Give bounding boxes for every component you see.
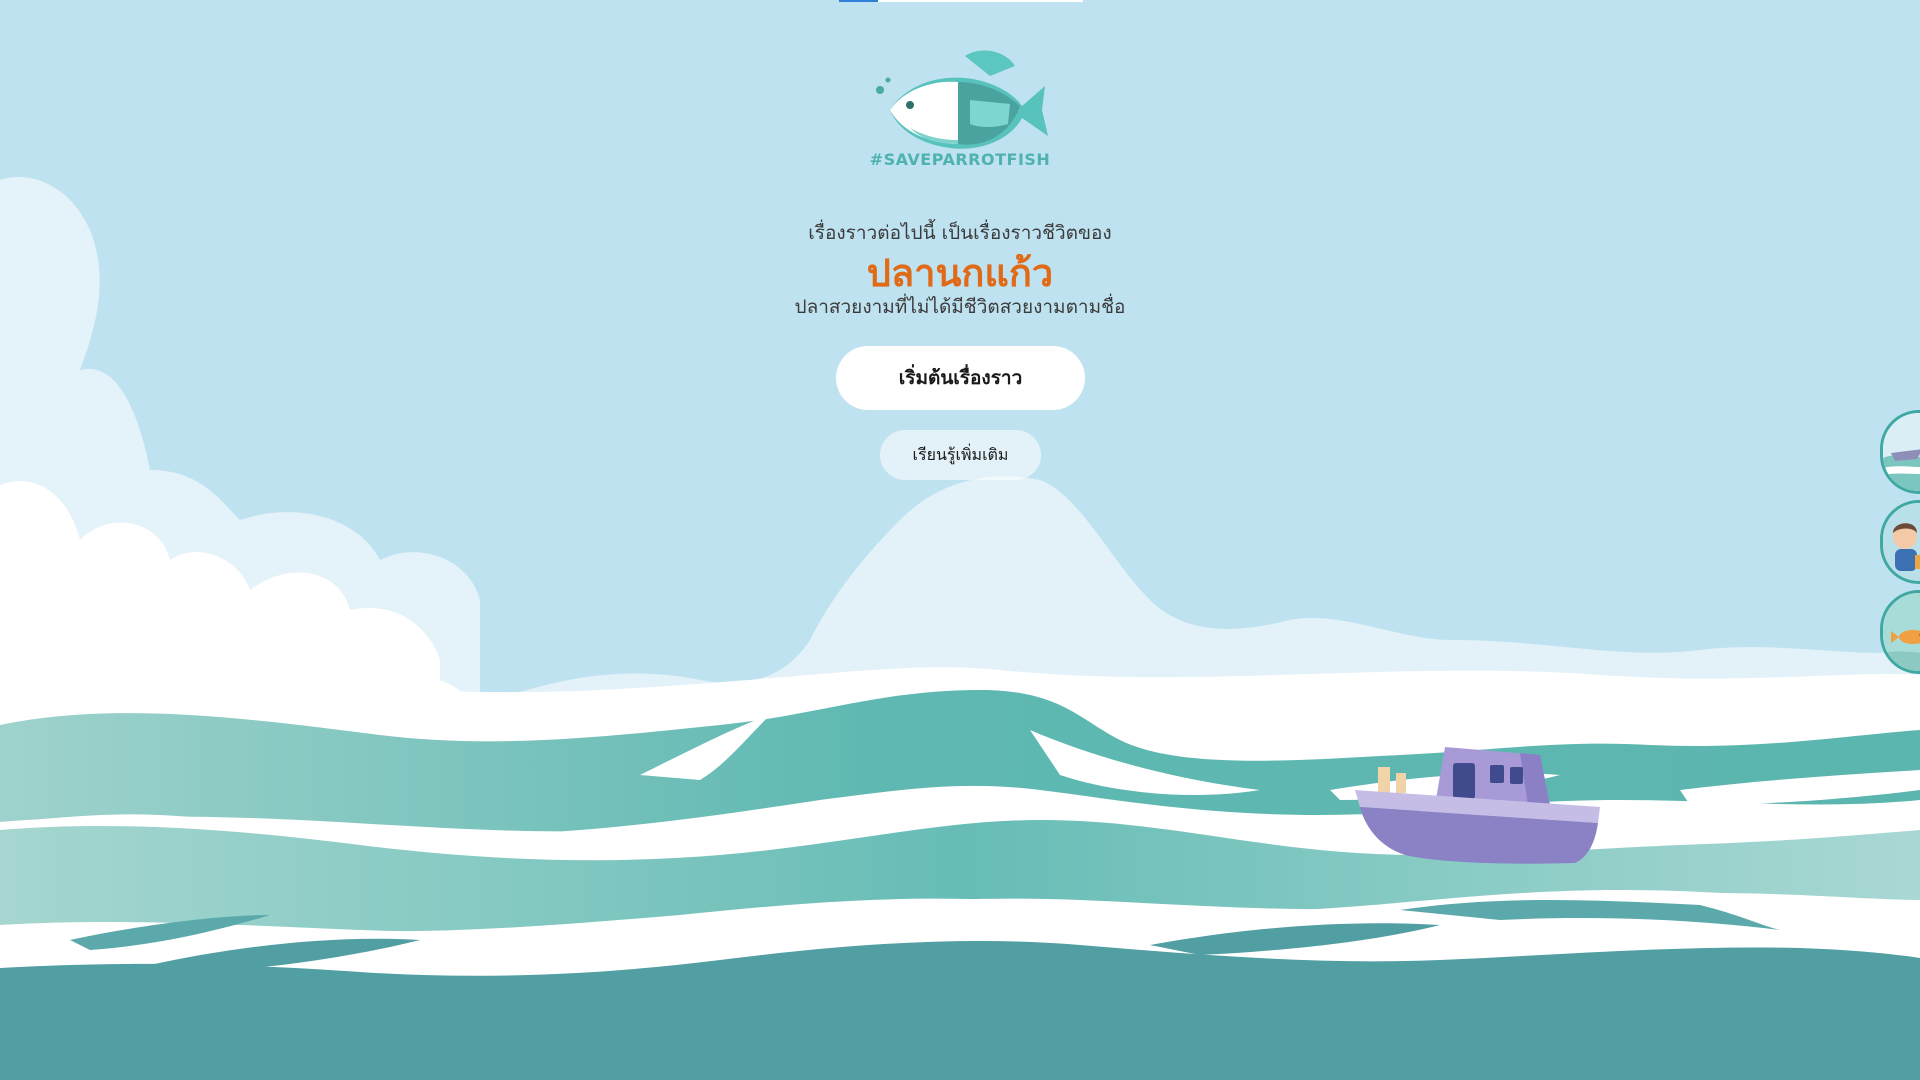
story-scene: #SAVEPARROTFISH เรื่องราวต่อไปนี้ เป็นเร… bbox=[0, 0, 1920, 1080]
top-progress-bar bbox=[839, 0, 1083, 2]
boat-wave-thumbnail-icon bbox=[1883, 413, 1920, 491]
girl-character-thumbnail-icon bbox=[1883, 503, 1920, 581]
start-story-button[interactable]: เริ่มต้นเรื่องราว bbox=[836, 346, 1085, 410]
underwater-fish-thumbnail-icon bbox=[1883, 593, 1920, 671]
logo-hashtag-text: #SAVEPARROTFISH bbox=[869, 150, 1051, 169]
fishing-boat-illustration bbox=[1355, 747, 1600, 864]
top-progress-fill bbox=[839, 0, 879, 2]
intro-subtitle: ปลาสวยงามที่ไม่ได้มีชีวิตสวยงามตามชื่อ bbox=[794, 296, 1126, 318]
learn-more-button[interactable]: เรียนรู้เพิ่มเติม bbox=[880, 430, 1041, 480]
